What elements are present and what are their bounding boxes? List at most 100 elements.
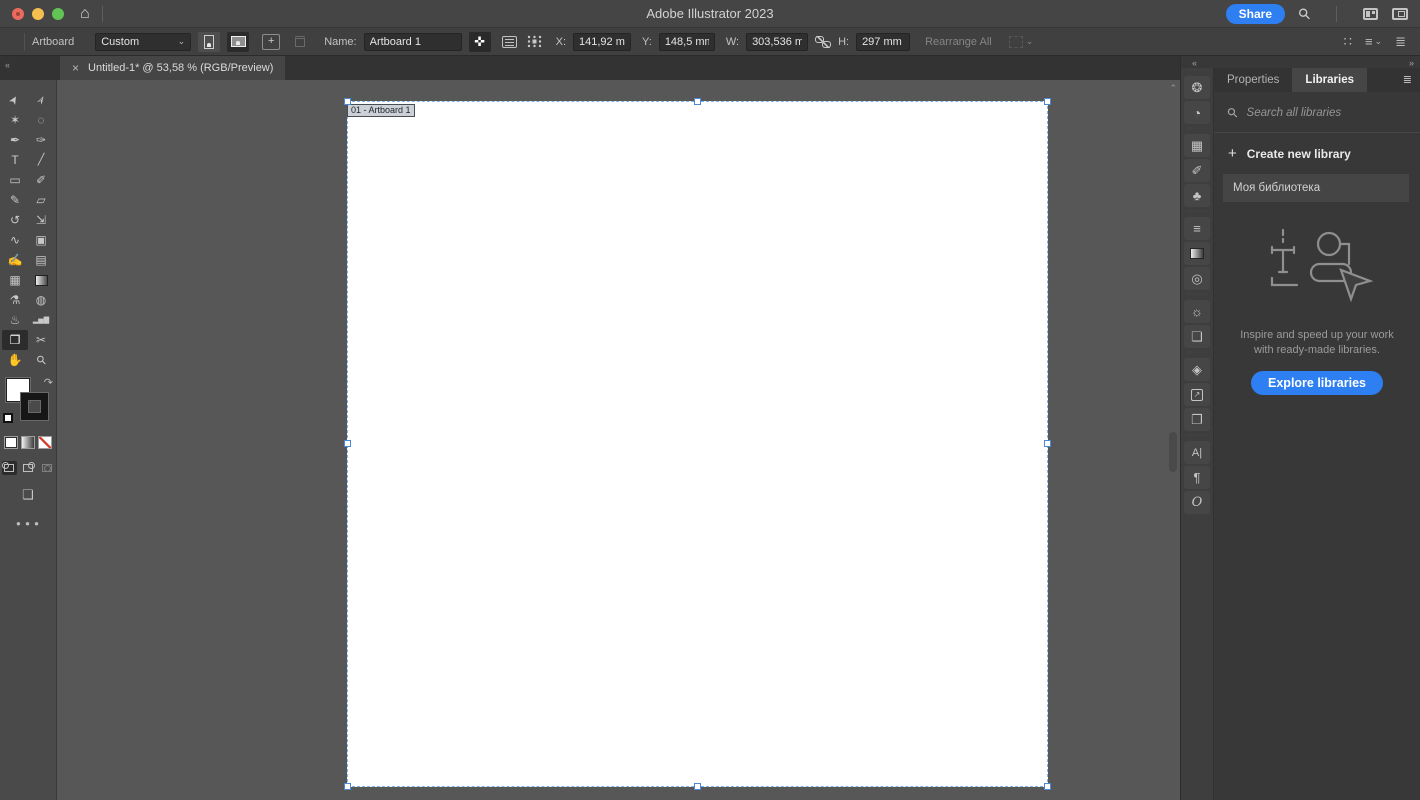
draw-behind-button[interactable]: [21, 461, 36, 475]
edit-toolbar-icon[interactable]: ● ● ●: [16, 519, 40, 528]
tool-free-transform[interactable]: ▣: [28, 230, 54, 250]
panel-opentype[interactable]: O: [1184, 491, 1210, 514]
collapse-dock-icon[interactable]: «: [1192, 58, 1197, 68]
tool-zoom[interactable]: ⚲: [28, 350, 54, 370]
close-document-icon[interactable]: ×: [72, 61, 79, 75]
tool-pen[interactable]: ✒: [2, 130, 28, 150]
swap-fill-stroke-icon[interactable]: ↷: [44, 376, 53, 389]
control-menu-icon[interactable]: ≣: [1395, 34, 1406, 50]
height-input[interactable]: [856, 32, 911, 51]
portrait-orientation-button[interactable]: [198, 31, 221, 52]
close-window-button[interactable]: [12, 7, 24, 20]
tool-mesh[interactable]: ▦: [2, 270, 28, 290]
panel-appearance[interactable]: ☼: [1184, 300, 1210, 323]
artboard-handle[interactable]: [344, 783, 351, 790]
stroke-color-swatch[interactable]: [21, 393, 48, 420]
panel-transparency[interactable]: ◎: [1184, 267, 1210, 290]
panel-color-icon[interactable]: ❂: [1184, 76, 1210, 99]
y-input[interactable]: [658, 32, 715, 51]
artboard-handle[interactable]: [1044, 783, 1051, 790]
panel-export[interactable]: ↗: [1184, 383, 1210, 406]
tool-rectangle[interactable]: ▭: [2, 170, 28, 190]
artboard-handle[interactable]: [344, 98, 351, 105]
artboard-handle[interactable]: [1044, 440, 1051, 447]
panel-menu-icon[interactable]: ≣: [1403, 75, 1412, 86]
tool-magic-wand[interactable]: ✶: [2, 110, 28, 130]
library-search-input[interactable]: [1246, 107, 1397, 119]
tool-symbol-sprayer[interactable]: ♨: [2, 310, 28, 330]
landscape-orientation-button[interactable]: [227, 31, 250, 52]
panel-color-guide[interactable]: ◔: [1184, 101, 1210, 124]
home-icon[interactable]: ⌂: [80, 5, 90, 22]
explore-libraries-button[interactable]: Explore libraries: [1251, 371, 1383, 395]
panel-drag-handle[interactable]: ······: [1187, 67, 1207, 74]
tool-artboard[interactable]: ❐: [2, 330, 28, 350]
move-artboard-button[interactable]: ✜: [468, 31, 491, 52]
tool-eyedropper[interactable]: ⚗: [2, 290, 28, 310]
panel-symbols[interactable]: ♣: [1184, 184, 1210, 207]
minimize-window-button[interactable]: [32, 7, 44, 20]
tool-selection[interactable]: ➤: [2, 90, 28, 110]
vertical-scrollbar[interactable]: [1169, 432, 1177, 472]
tool-gradient[interactable]: [28, 270, 54, 290]
tool-line-segment[interactable]: ╱: [28, 150, 54, 170]
tool-perspective-grid[interactable]: ▤: [28, 250, 54, 270]
panel-swatches[interactable]: ▦: [1184, 134, 1210, 157]
width-input[interactable]: [746, 32, 809, 51]
panel-artboards[interactable]: ❐: [1184, 408, 1210, 431]
library-list-item[interactable]: Моя библиотека: [1223, 174, 1409, 202]
zoom-window-button[interactable]: [52, 7, 64, 20]
search-icon[interactable]: ⚲: [1294, 3, 1315, 24]
create-new-library-button[interactable]: + Create new library: [1214, 133, 1420, 174]
tool-hand[interactable]: ✋: [2, 350, 28, 370]
panel-layers[interactable]: ◈: [1184, 358, 1210, 381]
tool-width[interactable]: ∿: [2, 230, 28, 250]
tool-rotate[interactable]: ↺: [2, 210, 28, 230]
screen-mode-icon[interactable]: ❏: [22, 487, 34, 503]
preset-dropdown[interactable]: Custom ⌄: [95, 32, 192, 51]
x-input[interactable]: [573, 32, 632, 51]
panel-graphic-styles[interactable]: ❏: [1184, 325, 1210, 348]
arrange-documents-icon[interactable]: ∷: [1344, 34, 1352, 50]
share-button[interactable]: Share: [1225, 3, 1285, 24]
canvas[interactable]: 01 - Artboard 1 ⌃: [57, 80, 1180, 800]
artboard-handle[interactable]: [693, 783, 701, 790]
panel-stroke[interactable]: ≡: [1184, 217, 1210, 240]
workspace-switcher-icon[interactable]: ≡ ⌄: [1365, 34, 1382, 49]
artboard-handle[interactable]: [1044, 98, 1051, 105]
panel-brushes[interactable]: ✐: [1184, 159, 1210, 182]
draw-inside-button[interactable]: [40, 461, 55, 475]
color-button[interactable]: [4, 436, 18, 449]
none-button[interactable]: [38, 436, 52, 449]
collapse-tools-icon[interactable]: «: [5, 60, 10, 70]
reference-point-grid[interactable]: [526, 34, 543, 49]
tool-curvature[interactable]: ✑: [28, 130, 54, 150]
tool-scale[interactable]: ⇲: [28, 210, 54, 230]
arrange-documents-icon[interactable]: [1363, 7, 1378, 20]
unlink-dimensions-icon[interactable]: [815, 35, 832, 48]
tab-properties[interactable]: Properties: [1214, 68, 1292, 92]
tool-lasso[interactable]: ◌: [28, 110, 54, 130]
artboard-name-badge[interactable]: 01 - Artboard 1: [347, 104, 415, 117]
tool-column-graph[interactable]: ▂▅▇: [28, 310, 54, 330]
artboard[interactable]: 01 - Artboard 1: [344, 98, 1051, 790]
artboard-handle[interactable]: [344, 440, 351, 447]
panel-gradient[interactable]: [1184, 242, 1210, 265]
scroll-up-icon[interactable]: ⌃: [1169, 83, 1177, 94]
tool-slice[interactable]: ✂: [28, 330, 54, 350]
artboard-handle[interactable]: [693, 98, 701, 105]
expand-dock-icon[interactable]: »: [1409, 58, 1414, 68]
tool-direct-selection[interactable]: ➢: [28, 90, 54, 110]
tool-type[interactable]: T: [2, 150, 28, 170]
default-fill-stroke-icon[interactable]: [3, 413, 13, 423]
tab-libraries[interactable]: Libraries: [1292, 68, 1367, 92]
tool-paintbrush[interactable]: ✐: [28, 170, 54, 190]
panel-drag-handle[interactable]: ······: [18, 82, 38, 89]
gradient-button[interactable]: [21, 436, 35, 449]
panel-paragraph[interactable]: ¶: [1184, 466, 1210, 489]
tool-pencil[interactable]: ✎: [2, 190, 28, 210]
workspace-layout-icon[interactable]: [1392, 7, 1408, 20]
tool-eraser[interactable]: ▱: [28, 190, 54, 210]
panel-character[interactable]: A|: [1184, 441, 1210, 464]
document-tab[interactable]: × Untitled-1* @ 53,58 % (RGB/Preview): [60, 56, 286, 80]
